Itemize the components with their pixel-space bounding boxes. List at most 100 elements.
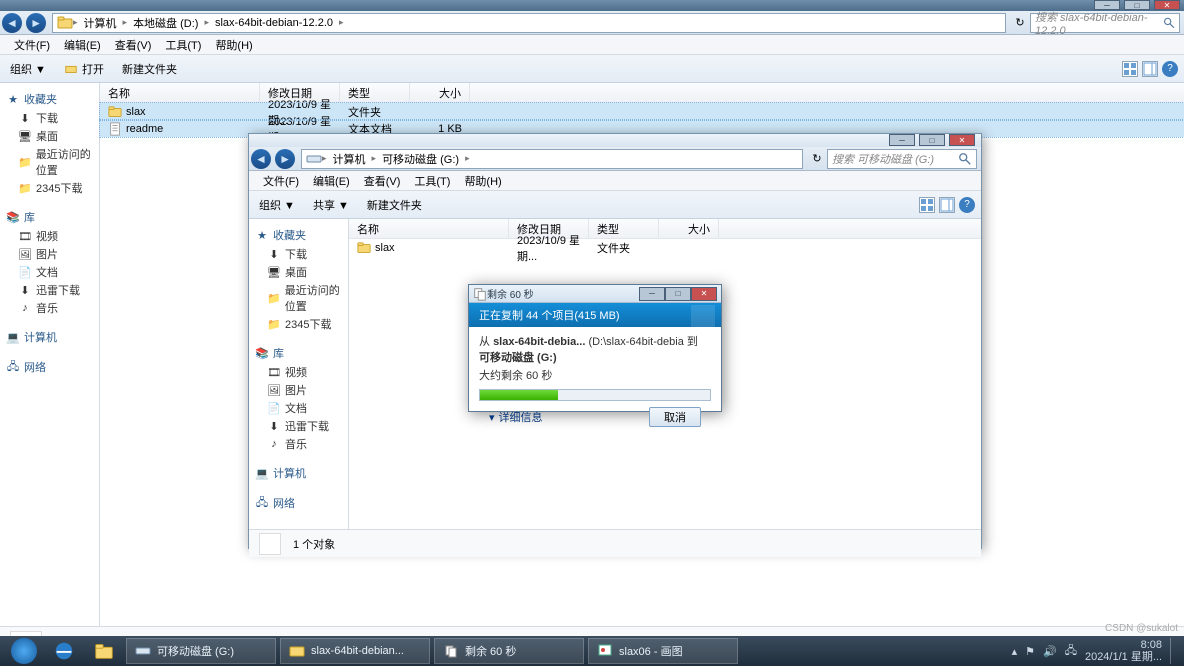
col-type[interactable]: 类型	[340, 83, 410, 103]
win2-sidebar-desktop[interactable]: 🖥桌面	[249, 263, 348, 281]
sidebar-libraries-head[interactable]: 📚库	[0, 207, 99, 227]
win2-sidebar-network[interactable]: 🖧网络	[249, 493, 348, 513]
win2-col-size[interactable]: 大小	[659, 219, 719, 239]
sidebar-item-videos[interactable]: 🎞视频	[0, 227, 99, 245]
details-expander[interactable]: ▾详细信息	[489, 409, 643, 425]
breadcrumb-seg[interactable]: 计算机	[78, 14, 123, 32]
dlg-title: 剩余 60 秒	[487, 286, 639, 301]
dlg-close-button[interactable]: ✕	[691, 287, 717, 301]
win2-preview-pane-button[interactable]	[939, 197, 955, 213]
taskbar-ie-button[interactable]	[46, 638, 82, 664]
sidebar-item-desktop[interactable]: 🖥桌面	[0, 127, 99, 145]
sidebar-item-music[interactable]: ♪音乐	[0, 299, 99, 317]
view-icon-button[interactable]	[1122, 61, 1138, 77]
menu-file[interactable]: 文件(F)	[8, 36, 56, 54]
sidebar-item-documents[interactable]: 📄文档	[0, 263, 99, 281]
win2-sidebar-recent[interactable]: 📁最近访问的位置	[249, 281, 348, 315]
win2-nav-back-button[interactable]: ◄	[249, 148, 273, 170]
win2-help-button[interactable]: ?	[959, 197, 975, 213]
win2-sidebar-xunlei[interactable]: ⬇迅雷下载	[249, 417, 348, 435]
pane-icon	[940, 198, 954, 212]
sidebar-favorites-head[interactable]: ★收藏夹	[0, 89, 99, 109]
win2-sidebar-videos[interactable]: 🎞视频	[249, 363, 348, 381]
sidebar-item-2345dl[interactable]: 📁2345下载	[0, 179, 99, 197]
sidebar-item-pictures[interactable]: 🖼图片	[0, 245, 99, 263]
main-titlebar: ─ □ ✕	[0, 0, 1184, 11]
flag-icon[interactable]: ⚑	[1025, 645, 1035, 658]
win2-refresh-icon[interactable]: ↻	[807, 152, 827, 165]
menu-view[interactable]: 查看(V)	[109, 36, 158, 54]
win2-search-input[interactable]: 搜索 可移动磁盘 (G:)	[827, 149, 977, 169]
win2-maximize-button[interactable]: □	[919, 134, 945, 146]
win2-menu-help[interactable]: 帮助(H)	[458, 172, 507, 190]
col-name[interactable]: 名称	[100, 83, 260, 103]
win2-menu-view[interactable]: 查看(V)	[358, 172, 407, 190]
win2-menu-file[interactable]: 文件(F)	[257, 172, 305, 190]
win2-minimize-button[interactable]: ─	[889, 134, 915, 146]
tray-up-icon[interactable]: ▴	[1012, 645, 1018, 658]
win2-sidebar-libraries-head[interactable]: 📚库	[249, 343, 348, 363]
breadcrumb-seg[interactable]: 计算机	[327, 150, 372, 168]
sidebar-item-downloads[interactable]: ⬇下载	[0, 109, 99, 127]
win2-sidebar-favorites-head[interactable]: ★收藏夹	[249, 225, 348, 245]
win2-view-icon-button[interactable]	[919, 197, 935, 213]
preview-pane-button[interactable]	[1142, 61, 1158, 77]
taskbar-task[interactable]: 剩余 60 秒	[434, 638, 584, 664]
cancel-button[interactable]: 取消	[649, 407, 701, 427]
win2-organize-button[interactable]: 组织 ▼	[255, 194, 299, 216]
win2-breadcrumb[interactable]: ▸ 计算机▸ 可移动磁盘 (G:)▸	[301, 149, 803, 169]
main-sidebar: ★收藏夹 ⬇下载 🖥桌面 📁最近访问的位置 📁2345下载 📚库 🎞视频 🖼图片…	[0, 83, 100, 626]
win2-sidebar-documents[interactable]: 📄文档	[249, 399, 348, 417]
nav-forward-button[interactable]: ◄	[24, 12, 48, 34]
menu-tools[interactable]: 工具(T)	[159, 36, 207, 54]
win2-share-button[interactable]: 共享 ▼	[309, 194, 353, 216]
win2-nav-forward-button[interactable]: ◄	[273, 148, 297, 170]
sidebar-computer[interactable]: 💻计算机	[0, 327, 99, 347]
win2-col-type[interactable]: 类型	[589, 219, 659, 239]
taskbar-clock[interactable]: 8:08 2024/1/1 星期...	[1085, 639, 1162, 663]
win2-sidebar-2345dl[interactable]: 📁2345下载	[249, 315, 348, 333]
breadcrumb-seg[interactable]: 本地磁盘 (D:)	[127, 14, 204, 32]
win2-col-name[interactable]: 名称	[349, 219, 509, 239]
system-tray[interactable]: ▴ ⚑ 🔊 🖧 8:08 2024/1/1 星期...	[1012, 638, 1178, 664]
breadcrumb-seg[interactable]: 可移动磁盘 (G:)	[376, 150, 465, 168]
win2-newfolder-button[interactable]: 新建文件夹	[363, 194, 426, 216]
help-button[interactable]: ?	[1162, 61, 1178, 77]
sidebar-network[interactable]: 🖧网络	[0, 357, 99, 377]
dlg-titlebar[interactable]: 剩余 60 秒 ─ □ ✕	[469, 285, 721, 303]
menu-help[interactable]: 帮助(H)	[209, 36, 258, 54]
network-tray-icon[interactable]: 🖧	[1065, 642, 1077, 661]
start-button[interactable]	[6, 638, 42, 664]
organize-button[interactable]: 组织 ▼	[6, 58, 50, 80]
win2-menu-edit[interactable]: 编辑(E)	[307, 172, 356, 190]
win2-sidebar-pictures[interactable]: 🖼图片	[249, 381, 348, 399]
taskbar-explorer-button[interactable]	[86, 638, 122, 664]
search-input[interactable]: 搜索 slax-64bit-debian-12.2.0	[1030, 13, 1180, 33]
win2-sidebar-downloads[interactable]: ⬇下载	[249, 245, 348, 263]
search-icon	[958, 152, 972, 166]
dlg-maximize-button[interactable]: □	[665, 287, 691, 301]
taskbar-task[interactable]: slax06 - 画图	[588, 638, 738, 664]
main-menubar: 文件(F) 编辑(E) 查看(V) 工具(T) 帮助(H)	[0, 35, 1184, 55]
open-button[interactable]: 打开	[60, 58, 108, 80]
ie-icon	[53, 640, 75, 662]
taskbar-task[interactable]: slax-64bit-debian...	[280, 638, 430, 664]
win2-close-button[interactable]: ✕	[949, 134, 975, 146]
breadcrumb[interactable]: ▸ 计算机▸ 本地磁盘 (D:)▸ slax-64bit-debian-12.2…	[52, 13, 1006, 33]
taskbar-task[interactable]: 可移动磁盘 (G:)	[126, 638, 276, 664]
newfolder-button[interactable]: 新建文件夹	[118, 58, 181, 80]
sidebar-item-xunlei[interactable]: ⬇迅雷下载	[0, 281, 99, 299]
win2-menu-tools[interactable]: 工具(T)	[408, 172, 456, 190]
nav-back-button[interactable]: ◄	[0, 12, 24, 34]
menu-edit[interactable]: 编辑(E)	[58, 36, 107, 54]
win2-sidebar-computer[interactable]: 💻计算机	[249, 463, 348, 483]
refresh-icon[interactable]: ↻	[1010, 16, 1030, 29]
volume-icon[interactable]: 🔊	[1043, 645, 1057, 658]
win2-sidebar-music[interactable]: ♪音乐	[249, 435, 348, 453]
dlg-minimize-button[interactable]: ─	[639, 287, 665, 301]
col-size[interactable]: 大小	[410, 83, 470, 103]
show-desktop-button[interactable]	[1170, 638, 1178, 664]
sidebar-item-recent[interactable]: 📁最近访问的位置	[0, 145, 99, 179]
breadcrumb-seg[interactable]: slax-64bit-debian-12.2.0	[209, 14, 339, 32]
win2-file-row[interactable]: slax 2023/10/9 星期... 文件夹	[349, 239, 981, 256]
